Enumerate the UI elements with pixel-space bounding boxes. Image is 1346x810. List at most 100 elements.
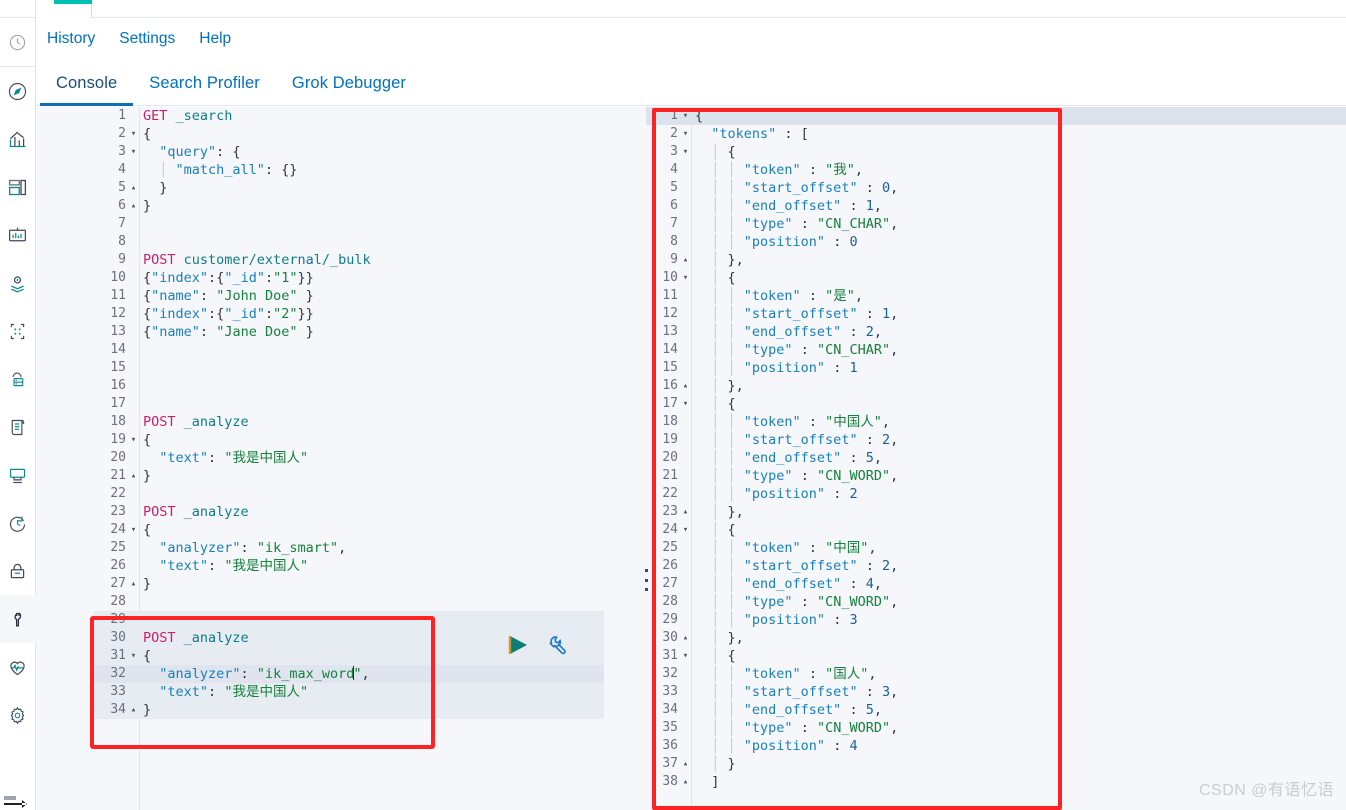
fold-toggle-icon[interactable]: ▾: [128, 143, 139, 161]
editor-line[interactable]: 24 ▾{: [94, 521, 604, 539]
fold-toggle-icon[interactable]: ▾: [128, 431, 139, 449]
fold-toggle-icon[interactable]: ▴: [680, 773, 691, 791]
menu-history[interactable]: History: [47, 31, 95, 47]
editor-line[interactable]: 21 ▴}: [94, 467, 604, 485]
editor-line[interactable]: 8: [94, 233, 604, 251]
editor-line[interactable]: 2 ▾ "tokens" : [: [646, 125, 1346, 143]
editor-line[interactable]: 29 │ │ "position" : 3: [646, 611, 1346, 629]
fold-toggle-icon[interactable]: ▾: [680, 395, 691, 413]
sidebar-item-monitoring[interactable]: [0, 643, 36, 691]
editor-line[interactable]: 18 POST _analyze: [94, 413, 604, 431]
editor-line[interactable]: 28 │ │ "type" : "CN_WORD",: [646, 593, 1346, 611]
pane-resize-handle[interactable]: [642, 569, 650, 591]
fold-toggle-icon[interactable]: ▾: [680, 521, 691, 539]
fold-toggle-icon[interactable]: ▴: [128, 197, 139, 215]
editor-line[interactable]: 5 │ │ "start_offset" : 0,: [646, 179, 1346, 197]
editor-line[interactable]: 19 ▾{: [94, 431, 604, 449]
editor-line[interactable]: 14 │ │ "type" : "CN_CHAR",: [646, 341, 1346, 359]
editor-line[interactable]: 2 ▾{: [94, 125, 604, 143]
fold-toggle-icon[interactable]: ▾: [680, 125, 691, 143]
fold-toggle-icon[interactable]: ▴: [680, 503, 691, 521]
editor-line[interactable]: 10 {"index":{"_id":"1"}}: [94, 269, 604, 287]
sidebar-item-recently-viewed[interactable]: [0, 18, 36, 67]
editor-line[interactable]: 31 ▾ │ {: [646, 647, 1346, 665]
editor-line[interactable]: 30 ▴ │ },: [646, 629, 1346, 647]
editor-line[interactable]: 26 "text": "我是中国人": [94, 557, 604, 575]
editor-line[interactable]: 17 ▾ │ {: [646, 395, 1346, 413]
editor-line[interactable]: 3 ▾ │ {: [646, 143, 1346, 161]
tab-grok-debugger[interactable]: Grok Debugger: [276, 74, 422, 105]
editor-line[interactable]: 36 │ │ "position" : 4: [646, 737, 1346, 755]
editor-line[interactable]: 24 ▾ │ {: [646, 521, 1346, 539]
editor-line[interactable]: 16 ▴ │ },: [646, 377, 1346, 395]
fold-toggle-icon[interactable]: ▾: [680, 107, 691, 125]
browser-tab[interactable]: [36, 0, 92, 18]
request-editor-pane[interactable]: 1 GET _search 2 ▾{3 ▾ "query": {4 │ "match_a…: [94, 107, 604, 810]
sidebar-item-siem[interactable]: [0, 547, 36, 595]
editor-line[interactable]: 23 POST _analyze: [94, 503, 604, 521]
editor-line[interactable]: 12 {"index":{"_id":"2"}}: [94, 305, 604, 323]
fold-toggle-icon[interactable]: ▴: [680, 755, 691, 773]
fold-toggle-icon[interactable]: ▾: [680, 143, 691, 161]
sidebar-item-uptime[interactable]: [0, 499, 36, 547]
editor-line[interactable]: 20 │ │ "end_offset" : 5,: [646, 449, 1346, 467]
editor-line[interactable]: 4 │ │ "token" : "我",: [646, 161, 1346, 179]
editor-line[interactable]: 13 {"name": "Jane Doe" }: [94, 323, 604, 341]
editor-line[interactable]: 32 "analyzer": "ik_max_word",: [94, 665, 604, 683]
editor-line[interactable]: 28: [94, 593, 604, 611]
editor-line[interactable]: 5 ▴ }: [94, 179, 604, 197]
editor-line[interactable]: 7: [94, 215, 604, 233]
fold-toggle-icon[interactable]: ▾: [680, 269, 691, 287]
editor-line[interactable]: 7 │ │ "type" : "CN_CHAR",: [646, 215, 1346, 233]
editor-line[interactable]: 4 │ "match_all": {}: [94, 161, 604, 179]
editor-line[interactable]: 33 │ │ "start_offset" : 3,: [646, 683, 1346, 701]
editor-line[interactable]: 15: [94, 359, 604, 377]
menu-settings[interactable]: Settings: [119, 31, 175, 47]
editor-line[interactable]: 34 │ │ "end_offset" : 5,: [646, 701, 1346, 719]
editor-line[interactable]: 6 │ │ "end_offset" : 1,: [646, 197, 1346, 215]
editor-line[interactable]: 10 ▾ │ {: [646, 269, 1346, 287]
fold-toggle-icon[interactable]: ▾: [128, 647, 139, 665]
response-editor-pane[interactable]: 1 ▾{2 ▾ "tokens" : [3 ▾ │ {4 │ │ "token" : …: [646, 107, 1346, 810]
sidebar-item-visualize[interactable]: [0, 115, 36, 163]
sidebar-item-dashboard[interactable]: [0, 163, 36, 211]
fold-toggle-icon[interactable]: ▾: [680, 647, 691, 665]
wrench-button[interactable]: [546, 634, 570, 661]
menu-help[interactable]: Help: [199, 31, 231, 47]
fold-toggle-icon[interactable]: ▴: [128, 467, 139, 485]
editor-line[interactable]: 8 │ │ "position" : 0: [646, 233, 1346, 251]
editor-line[interactable]: 22: [94, 485, 604, 503]
editor-line[interactable]: 25 "analyzer": "ik_smart",: [94, 539, 604, 557]
editor-line[interactable]: 17: [94, 395, 604, 413]
editor-line[interactable]: 11 {"name": "John Doe" }: [94, 287, 604, 305]
tab-search-profiler[interactable]: Search Profiler: [133, 74, 276, 105]
editor-line[interactable]: 27 │ │ "end_offset" : 4,: [646, 575, 1346, 593]
fold-toggle-icon[interactable]: ▴: [128, 179, 139, 197]
editor-line[interactable]: 1 GET _search: [94, 107, 604, 125]
sidebar-item-logs[interactable]: [0, 403, 36, 451]
fold-toggle-icon[interactable]: ▾: [128, 125, 139, 143]
editor-line[interactable]: 3 ▾ "query": {: [94, 143, 604, 161]
sidebar-item-management[interactable]: [0, 691, 36, 739]
editor-line[interactable]: 12 │ │ "start_offset" : 1,: [646, 305, 1346, 323]
fold-toggle-icon[interactable]: ▴: [128, 701, 139, 719]
editor-line[interactable]: 20 "text": "我是中国人": [94, 449, 604, 467]
sidebar-item-dev-tools[interactable]: [0, 595, 36, 643]
editor-line[interactable]: 9 ▴ │ },: [646, 251, 1346, 269]
editor-line[interactable]: 25 │ │ "token" : "中国",: [646, 539, 1346, 557]
editor-line[interactable]: 34 ▴}: [94, 701, 604, 719]
fold-toggle-icon[interactable]: ▾: [128, 521, 139, 539]
tab-console[interactable]: Console: [40, 74, 134, 106]
editor-line[interactable]: 18 │ │ "token" : "中国人",: [646, 413, 1346, 431]
editor-line[interactable]: 22 │ │ "position" : 2: [646, 485, 1346, 503]
editor-line[interactable]: 26 │ │ "start_offset" : 2,: [646, 557, 1346, 575]
editor-line[interactable]: 14: [94, 341, 604, 359]
sidebar-item-maps[interactable]: [0, 259, 36, 307]
fold-toggle-icon[interactable]: ▴: [680, 629, 691, 647]
sidebar-item-machine-learning[interactable]: [0, 307, 36, 355]
editor-line[interactable]: 13 │ │ "end_offset" : 2,: [646, 323, 1346, 341]
request-editor[interactable]: 1 GET _search 2 ▾{3 ▾ "query": {4 │ "match_a…: [94, 107, 604, 810]
editor-line[interactable]: 16: [94, 377, 604, 395]
editor-line[interactable]: 35 │ │ "type" : "CN_WORD",: [646, 719, 1346, 737]
editor-line[interactable]: 19 │ │ "start_offset" : 2,: [646, 431, 1346, 449]
